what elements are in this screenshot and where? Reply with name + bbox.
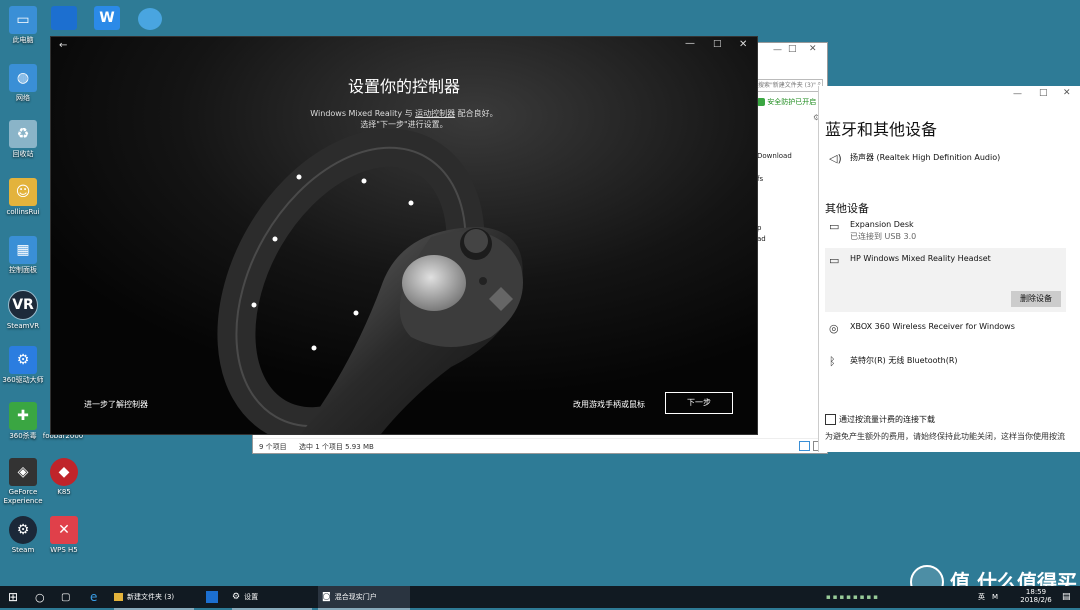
desktop-icon-steam[interactable]: ⚙ Steam xyxy=(0,516,46,555)
start-button[interactable]: ⊞ xyxy=(8,586,18,608)
wps-h5-icon: ✕ xyxy=(50,516,78,544)
wps-writer-icon[interactable]: W xyxy=(94,6,120,30)
explorer-search-input[interactable]: 搜索"新建文件夹 (3)" ⌕ xyxy=(757,79,823,92)
side-item-ad[interactable]: ad xyxy=(757,235,766,243)
back-arrow-icon[interactable]: ← xyxy=(59,40,67,51)
desktop-icon-wps-h5[interactable]: ✕ WPS H5 xyxy=(41,516,87,555)
desktop-icon-recycle-bin[interactable]: ♻ 回收站 xyxy=(0,120,46,159)
desktop-icon-this-pc[interactable]: ▭ 此电脑 xyxy=(0,6,46,45)
usb-drive-icon: ▭ xyxy=(829,220,840,233)
motion-controllers-link[interactable]: 运动控制器 xyxy=(415,109,455,118)
metered-description: 为避免产生额外的费用，请始终保持此功能关闭，这样当你使用按流 xyxy=(825,432,1065,441)
desktop-icon-antivirus[interactable]: ✚ 360杀毒 xyxy=(0,402,46,441)
mixed-reality-portal-window[interactable]: ← — □ ✕ 设置你的控制器 Windows Mixed Reality 与 … xyxy=(50,36,758,435)
security-badge[interactable]: 安全防护已开启 xyxy=(757,97,816,107)
intro-line-2: 选择"下一步"进行设置。 xyxy=(360,120,448,129)
use-gamepad-link[interactable]: 改用游戏手柄或鼠标 xyxy=(573,399,645,410)
taskbar-item-settings[interactable]: ⚙ 设置 xyxy=(232,586,312,610)
section-heading-other-devices: 其他设备 xyxy=(825,202,869,215)
status-selected: 选中 1 个项目 5.93 MB xyxy=(299,443,374,451)
steam-icon: ⚙ xyxy=(9,516,37,544)
desktop-icon-network[interactable]: ◍ 网络 xyxy=(0,64,46,103)
partial-app-icon-2[interactable] xyxy=(138,8,162,30)
page-title: 设置你的控制器 xyxy=(347,77,460,96)
minimize-button[interactable]: — xyxy=(1013,89,1022,99)
driver-master-icon: ⚙ xyxy=(9,346,37,374)
device-expansion-desk[interactable]: ▭ Expansion Desk 已连接到 USB 3.0 xyxy=(829,220,1079,244)
system-tray-icons[interactable]: ▪▪▪▪▪▪▪▪ xyxy=(826,586,906,608)
ime-mode-indicator[interactable]: M xyxy=(992,586,998,608)
k85-icon: ◆ xyxy=(50,458,78,486)
taskbar: ⊞ ○ ▢ e 新建文件夹 (3) ⚙ 设置 ◙ 混合现实门户 ▪▪▪▪▪▪▪▪… xyxy=(0,586,1080,610)
shield-icon xyxy=(757,98,765,106)
details-view-icon[interactable] xyxy=(799,441,810,451)
taskbar-item-explorer[interactable]: 新建文件夹 (3) xyxy=(114,586,194,610)
gear-icon: ⚙ xyxy=(232,592,241,602)
side-item-download[interactable]: Download xyxy=(757,152,792,160)
folder-icon xyxy=(114,593,123,601)
ime-indicator[interactable]: 英 xyxy=(978,586,985,608)
intro-line-1: Windows Mixed Reality 与 运动控制器 配合良好。 xyxy=(310,109,498,118)
bluetooth-icon: ᛒ xyxy=(829,355,836,368)
settings-window[interactable]: — □ ✕ 蓝牙和其他设备 ◁) 扬声器 (Realtek High Defin… xyxy=(818,86,1080,452)
recycle-bin-icon: ♻ xyxy=(9,120,37,148)
maximize-button[interactable]: □ xyxy=(788,44,797,54)
close-button[interactable]: ✕ xyxy=(739,39,747,50)
steamvr-icon: VR xyxy=(8,290,38,320)
minimize-button[interactable]: — xyxy=(773,45,782,55)
desktop-icon-steamvr[interactable]: VR SteamVR xyxy=(0,290,46,331)
close-button[interactable]: ✕ xyxy=(809,44,817,54)
gamepad-icon: ◎ xyxy=(829,322,839,335)
desktop-icon-k85[interactable]: ◆ K85 xyxy=(41,458,87,497)
page-title: 蓝牙和其他设备 xyxy=(825,120,938,139)
minimize-button[interactable]: — xyxy=(685,38,695,49)
headset-icon: ▭ xyxy=(829,254,840,267)
mixed-reality-icon: ◙ xyxy=(322,592,331,602)
clock[interactable]: 18:59 2018/2/6 xyxy=(1016,588,1056,604)
user-folder-icon: ☺ xyxy=(9,178,37,206)
network-icon: ◍ xyxy=(9,64,37,92)
settings-title-controls: — □ ✕ xyxy=(1001,86,1080,104)
speaker-icon: ◁) xyxy=(829,152,842,165)
computer-icon: ▭ xyxy=(9,6,37,34)
app-icon xyxy=(206,591,218,603)
task-view-button[interactable]: ▢ xyxy=(61,586,70,608)
device-hp-headset-selected[interactable]: ▭ HP Windows Mixed Reality Headset 删除设备 xyxy=(825,248,1066,312)
taskbar-item-mr-portal[interactable]: ◙ 混合现实门户 xyxy=(318,586,410,610)
next-button[interactable]: 下一步 xyxy=(665,392,733,414)
taskbar-item-app[interactable] xyxy=(206,586,218,608)
notification-icon[interactable]: ▤ xyxy=(1062,586,1071,608)
desktop-icon-driver-master[interactable]: ⚙ 360驱动大师 xyxy=(0,346,46,385)
windows-logo-icon: ⊞ xyxy=(8,590,19,604)
desktop-icon-geforce[interactable]: ◈ GeForce Experience xyxy=(0,458,46,506)
metered-checkbox-label: 通过按流量计费的连接下载 xyxy=(839,415,935,424)
edge-button[interactable]: e xyxy=(90,586,97,608)
metered-checkbox[interactable] xyxy=(825,414,836,425)
search-button[interactable]: ○ xyxy=(35,586,45,608)
partial-app-icon[interactable] xyxy=(51,6,77,30)
task-view-icon: ▢ xyxy=(61,591,71,603)
control-panel-icon: ▦ xyxy=(9,236,37,264)
desktop-icon-control-panel[interactable]: ▦ 控制面板 xyxy=(0,236,46,275)
search-icon: ○ xyxy=(35,590,45,604)
close-button[interactable]: ✕ xyxy=(1063,88,1071,98)
maximize-button[interactable]: □ xyxy=(1039,88,1048,98)
desktop-icon-user-folder[interactable]: ☺ collinsRui xyxy=(0,178,46,217)
antivirus-icon: ✚ xyxy=(9,402,37,430)
explorer-status-bar: 9 个项目 选中 1 个项目 5.93 MB xyxy=(253,438,827,453)
remove-device-button[interactable]: 删除设备 xyxy=(1011,291,1061,307)
status-item-count: 9 个项目 xyxy=(259,443,287,451)
geforce-icon: ◈ xyxy=(9,458,37,486)
explorer-title-controls: — □ ✕ xyxy=(757,43,827,59)
edge-icon: e xyxy=(90,590,98,604)
maximize-button[interactable]: □ xyxy=(713,39,722,49)
learn-more-link[interactable]: 进一步了解控制器 xyxy=(84,399,148,410)
